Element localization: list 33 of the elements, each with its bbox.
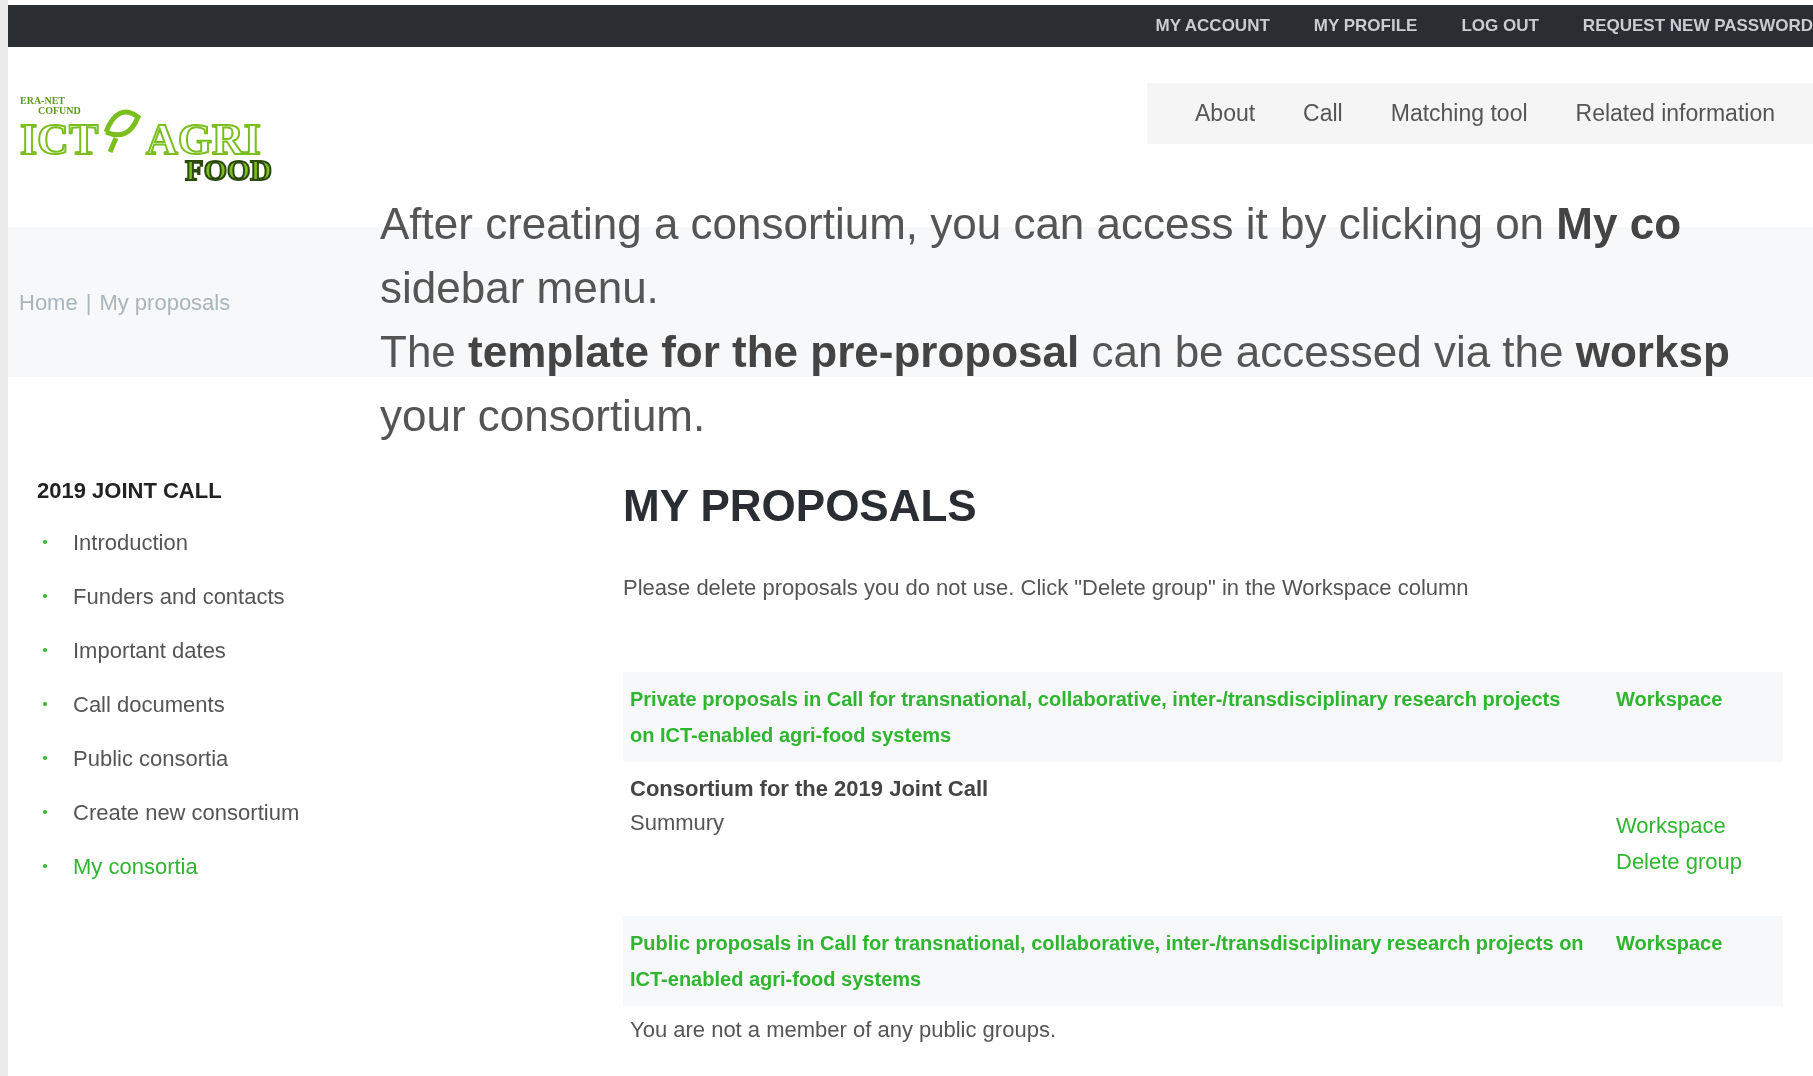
nav-link[interactable]: Matching tool [1366, 96, 1552, 131]
bullet-icon [43, 702, 47, 706]
annotation-text: After creating a consortium, you can access it by clicking on My co [380, 198, 1682, 250]
bullet-icon [43, 648, 47, 652]
breadcrumb-separator: | [85, 288, 92, 317]
sidebar-heading: 2019 JOINT CALL [37, 477, 223, 505]
page-title: MY PROPOSALS [623, 480, 978, 532]
annotation-text: your consortium. [380, 390, 707, 442]
sidebar-link[interactable]: Call documents [73, 687, 225, 721]
nav-link[interactable]: Call [1279, 96, 1367, 131]
annotation-text: sidebar menu. [380, 262, 660, 314]
sidebar-link[interactable]: Introduction [73, 525, 188, 559]
sidebar-link[interactable]: Create new consortium [73, 795, 300, 829]
top-menu-link[interactable]: MY ACCOUNT [1155, 13, 1270, 39]
sidebar-link[interactable]: Important dates [73, 633, 226, 667]
top-menu-link[interactable]: LOG OUT [1461, 13, 1539, 39]
instruction-text: Please delete proposals you do not use. Click "Delete group" in the Workspace column [623, 573, 1470, 602]
bullet-icon [43, 864, 47, 868]
nav-link[interactable]: Related information [1551, 96, 1799, 131]
consortium-name: Consortium for the 2019 Joint Call [630, 774, 989, 803]
sidebar-link[interactable]: Public consortia [73, 741, 229, 775]
consortium-summary: Summury [630, 808, 726, 837]
annotation-text: The template for the pre-proposal can be accessed via the worksp [380, 326, 1730, 378]
bullet-icon [43, 810, 47, 814]
bullet-icon [43, 756, 47, 760]
bullet-icon [43, 540, 47, 544]
site-logo[interactable]: ERA-NET COFUND ICT AGRI FOOD [18, 92, 280, 187]
top-menu-link[interactable]: REQUEST NEW PASSWORD [1582, 13, 1813, 39]
sidebar-link[interactable]: Funders and contacts [73, 579, 285, 613]
top-menu-link[interactable]: MY PROFILE [1313, 13, 1418, 39]
empty-message: You are not a member of any public groups. [629, 1015, 1057, 1044]
nav-link[interactable]: About [1171, 96, 1280, 131]
bullet-icon [43, 594, 47, 598]
